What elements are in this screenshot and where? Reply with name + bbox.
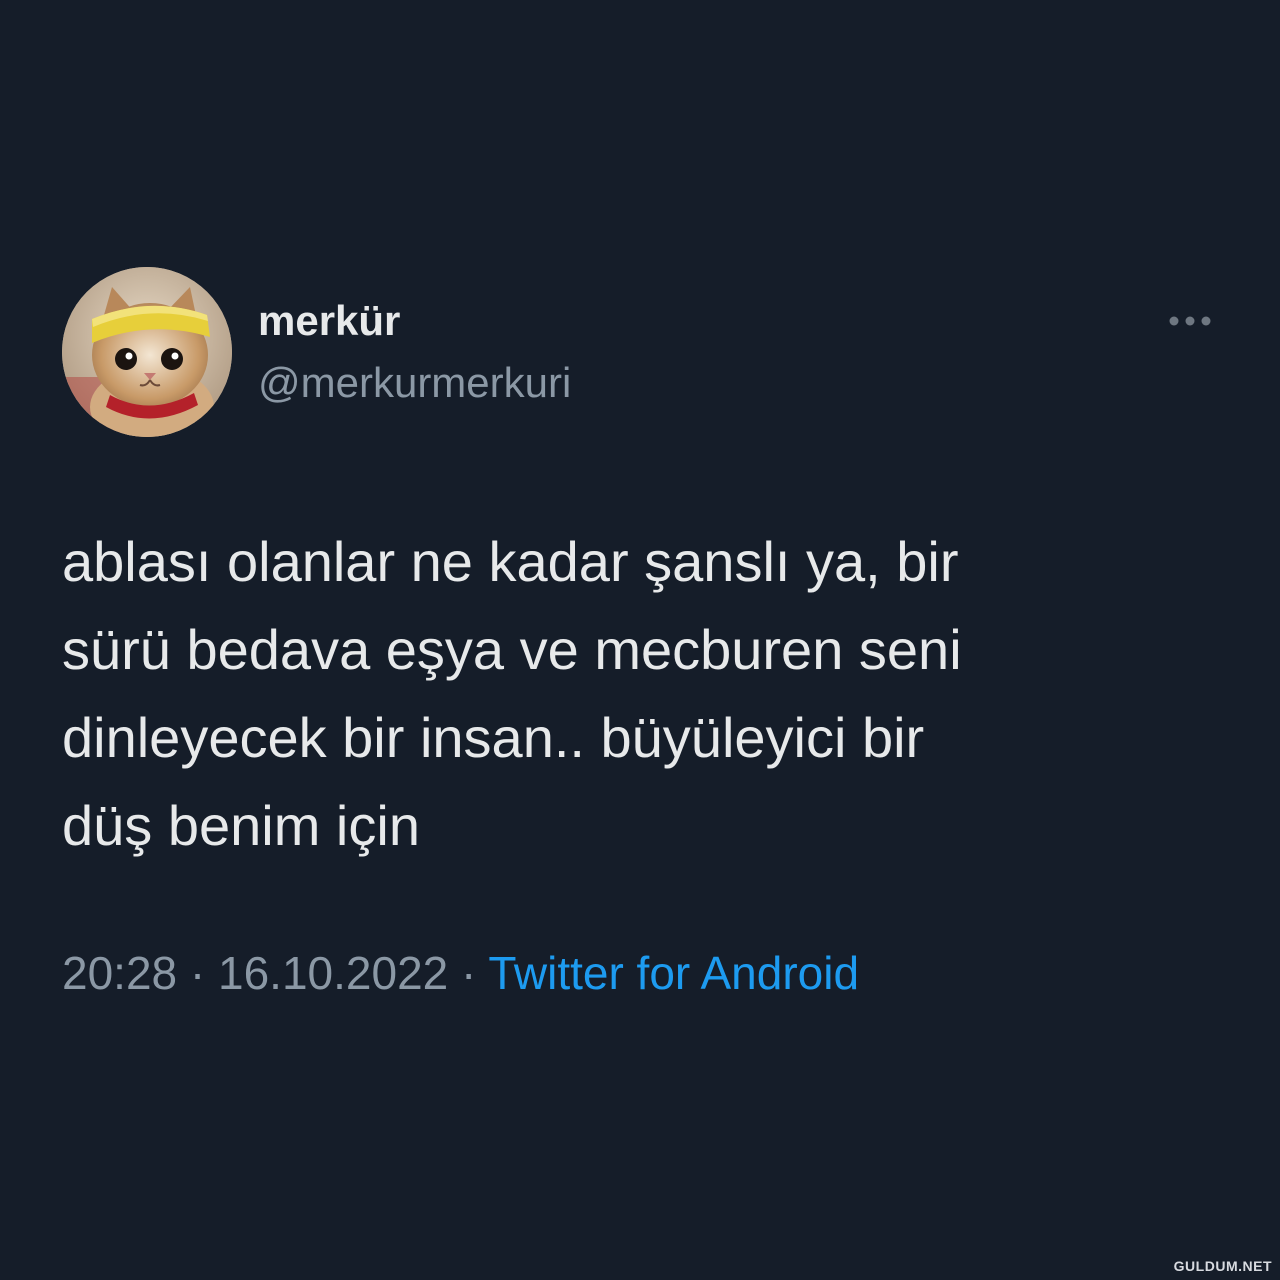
tweet-date[interactable]: 16.10.2022 — [218, 947, 448, 999]
tweet-time[interactable]: 20:28 — [62, 947, 177, 999]
tweet-text-line: düş benim için — [62, 794, 420, 857]
user-handle[interactable]: @merkurmerkuri — [258, 358, 571, 408]
tweet-meta: 20:28 · 16.10.2022 · Twitter for Android — [62, 946, 859, 1001]
tweet-text: ablası olanlar ne kadar şanslı ya, bir s… — [62, 518, 1192, 870]
tweet-text-line: sürü bedava eşya ve mecburen seni — [62, 618, 962, 681]
tweet-text-line: ablası olanlar ne kadar şanslı ya, bir — [62, 530, 959, 593]
more-options-button[interactable] — [1162, 306, 1222, 336]
tweet-card: merkür @merkurmerkuri ablası olanlar ne … — [0, 0, 1280, 1280]
tweet-source-link[interactable]: Twitter for Android — [488, 947, 859, 999]
kitten-avatar-icon — [62, 267, 232, 437]
display-name[interactable]: merkür — [258, 296, 400, 346]
meta-separator: · — [189, 947, 206, 999]
avatar[interactable] — [62, 267, 232, 437]
watermark: GULDUM.NET — [1173, 1258, 1272, 1274]
more-options-icon — [1169, 316, 1211, 326]
tweet-text-line: dinleyecek bir insan.. büyüleyici bir — [62, 706, 925, 769]
meta-separator: · — [461, 947, 477, 999]
